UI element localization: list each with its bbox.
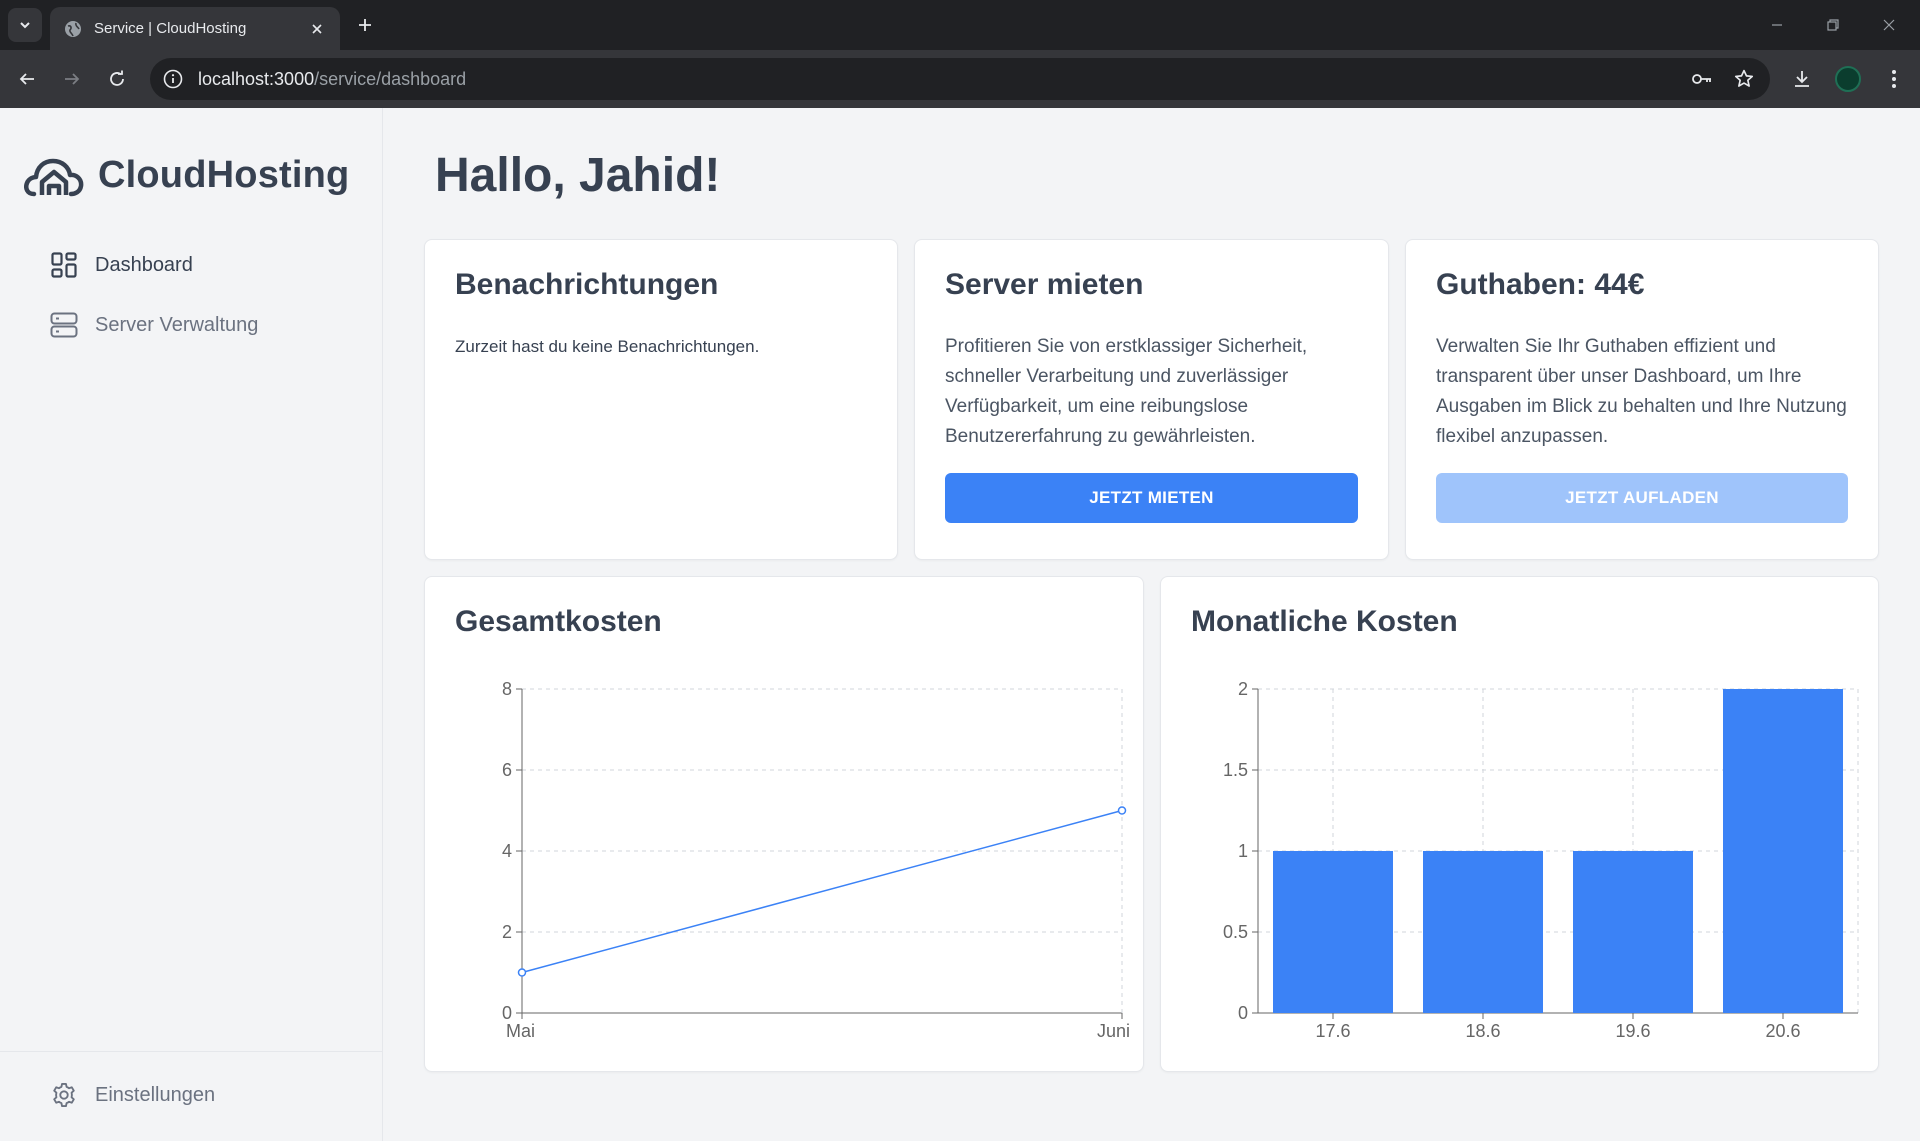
- url-host: localhost:3000: [198, 68, 315, 89]
- forward-button[interactable]: [58, 65, 86, 93]
- bar: [1273, 851, 1393, 1013]
- reload-button[interactable]: [103, 65, 131, 93]
- x-tick-label: Mai: [506, 1021, 535, 1041]
- gear-icon: [50, 1081, 78, 1109]
- y-tick-label: 0.5: [1223, 922, 1248, 942]
- notifications-title: Benachrichtungen: [455, 268, 719, 301]
- data-point: [1117, 806, 1127, 815]
- site-info-icon[interactable]: [162, 68, 184, 90]
- restore-icon: [1827, 19, 1839, 31]
- browser-tab[interactable]: Service | CloudHosting: [50, 7, 340, 50]
- download-icon[interactable]: [1788, 65, 1816, 93]
- sidebar-item-dashboard[interactable]: Dashboard: [50, 248, 193, 282]
- rent-now-button[interactable]: JETZT MIETEN: [945, 473, 1358, 523]
- address-bar[interactable]: localhost:3000/service/dashboard: [150, 58, 1770, 100]
- close-icon: [1883, 19, 1895, 31]
- y-tick-label: 1.5: [1223, 760, 1248, 780]
- y-tick-label: 4: [502, 841, 512, 861]
- series-line: [521, 809, 1123, 974]
- profile-avatar[interactable]: [1835, 66, 1861, 92]
- restore-button[interactable]: [1820, 12, 1846, 38]
- y-tick-label: 0: [502, 1003, 512, 1023]
- tab-search-button[interactable]: [8, 8, 42, 42]
- tab-title: Service | CloudHosting: [94, 20, 247, 37]
- top-up-button[interactable]: JETZT AUFLADEN: [1436, 473, 1848, 523]
- y-tick-label: 8: [502, 679, 512, 699]
- arrow-right-icon: [65, 73, 80, 85]
- brand[interactable]: CloudHosting: [24, 150, 349, 200]
- cloud-home-logo-icon: [24, 158, 84, 197]
- dashboard-grid-icon: [50, 251, 78, 279]
- url-text[interactable]: localhost:3000/service/dashboard: [198, 69, 1674, 90]
- rent-server-card: Server mieten Profitieren Sie von erstkl…: [914, 239, 1389, 560]
- url-path: /service/dashboard: [314, 68, 467, 89]
- balance-card: Guthaben: 44€ Verwalten Sie Ihr Guthaben…: [1405, 239, 1879, 560]
- y-tick-label: 2: [502, 922, 512, 942]
- notifications-text: Zurzeit hast du keine Benachrichtungen.: [455, 337, 760, 356]
- balance-text: Verwalten Sie Ihr Guthaben effizient und…: [1436, 336, 1847, 447]
- sidebar-item-einstellungen[interactable]: Einstellungen: [50, 1078, 215, 1112]
- sidebar-item-server-verwaltung[interactable]: Server Verwaltung: [50, 308, 258, 342]
- sidebar-footer: Einstellungen: [0, 1051, 383, 1141]
- y-tick-label: 0: [1238, 1003, 1248, 1023]
- y-tick-label: 2: [1238, 679, 1248, 699]
- monthly-costs-card: Monatliche Kosten 0 0.5 1 1.5 2 17.6 18.6 19.6 2…: [1160, 576, 1879, 1072]
- sidebar: CloudHosting Dashboard Server Verwaltung…: [0, 108, 383, 1141]
- password-key-icon[interactable]: [1688, 65, 1716, 93]
- total-costs-line-chart: 0 2 4 6 8 Mai Juni: [502, 679, 1130, 1041]
- menu-kebab-icon[interactable]: [1880, 65, 1908, 93]
- arrow-left-icon: [19, 73, 34, 85]
- bookmark-star-icon[interactable]: [1730, 65, 1758, 93]
- notifications-card: Benachrichtungen Zurzeit hast du keine B…: [424, 239, 898, 560]
- server-stack-icon: [50, 311, 78, 339]
- bar: [1573, 851, 1693, 1013]
- x-tick-label: 17.6: [1315, 1021, 1350, 1041]
- sidebar-item-label: Server Verwaltung: [95, 313, 259, 336]
- x-tick-label: 18.6: [1465, 1021, 1500, 1041]
- y-tick-label: 1: [1238, 841, 1248, 861]
- y-tick-label: 6: [502, 760, 512, 780]
- browser-tab-bar: Service | CloudHosting: [0, 0, 1920, 50]
- globe-icon: [64, 20, 82, 38]
- x-tick-label: Juni: [1097, 1021, 1130, 1041]
- tab-close-icon[interactable]: [308, 20, 326, 38]
- back-button[interactable]: [13, 65, 41, 93]
- new-tab-button[interactable]: [352, 12, 378, 38]
- brand-name: CloudHosting: [98, 153, 350, 196]
- minimize-button[interactable]: [1764, 12, 1790, 38]
- balance-title: Guthaben: 44€: [1436, 268, 1645, 301]
- page-title: Hallo, Jahid!: [435, 149, 721, 202]
- sidebar-item-label: Einstellungen: [95, 1083, 216, 1106]
- bar: [1423, 851, 1543, 1013]
- reload-icon: [110, 70, 124, 86]
- close-window-button[interactable]: [1876, 12, 1902, 38]
- data-point: [517, 968, 527, 977]
- browser-toolbar: localhost:3000/service/dashboard: [0, 50, 1920, 108]
- minimize-icon: [1772, 24, 1782, 26]
- plus-icon: [359, 19, 371, 31]
- sidebar-item-label: Dashboard: [95, 253, 193, 276]
- x-tick-label: 19.6: [1615, 1021, 1650, 1041]
- rent-server-title: Server mieten: [945, 268, 1144, 301]
- monthly-costs-bar-chart: 0 0.5 1 1.5 2 17.6 18.6 19.6 20.6: [1223, 679, 1859, 1041]
- total-costs-card: Gesamtkosten 0 2 4 6 8 Mai Juni: [424, 576, 1144, 1072]
- bar: [1723, 689, 1843, 1013]
- rent-server-text: Profitieren Sie von erstklassiger Sicher…: [945, 336, 1308, 447]
- x-tick-label: 20.6: [1765, 1021, 1800, 1041]
- chevron-down-icon: [20, 22, 30, 29]
